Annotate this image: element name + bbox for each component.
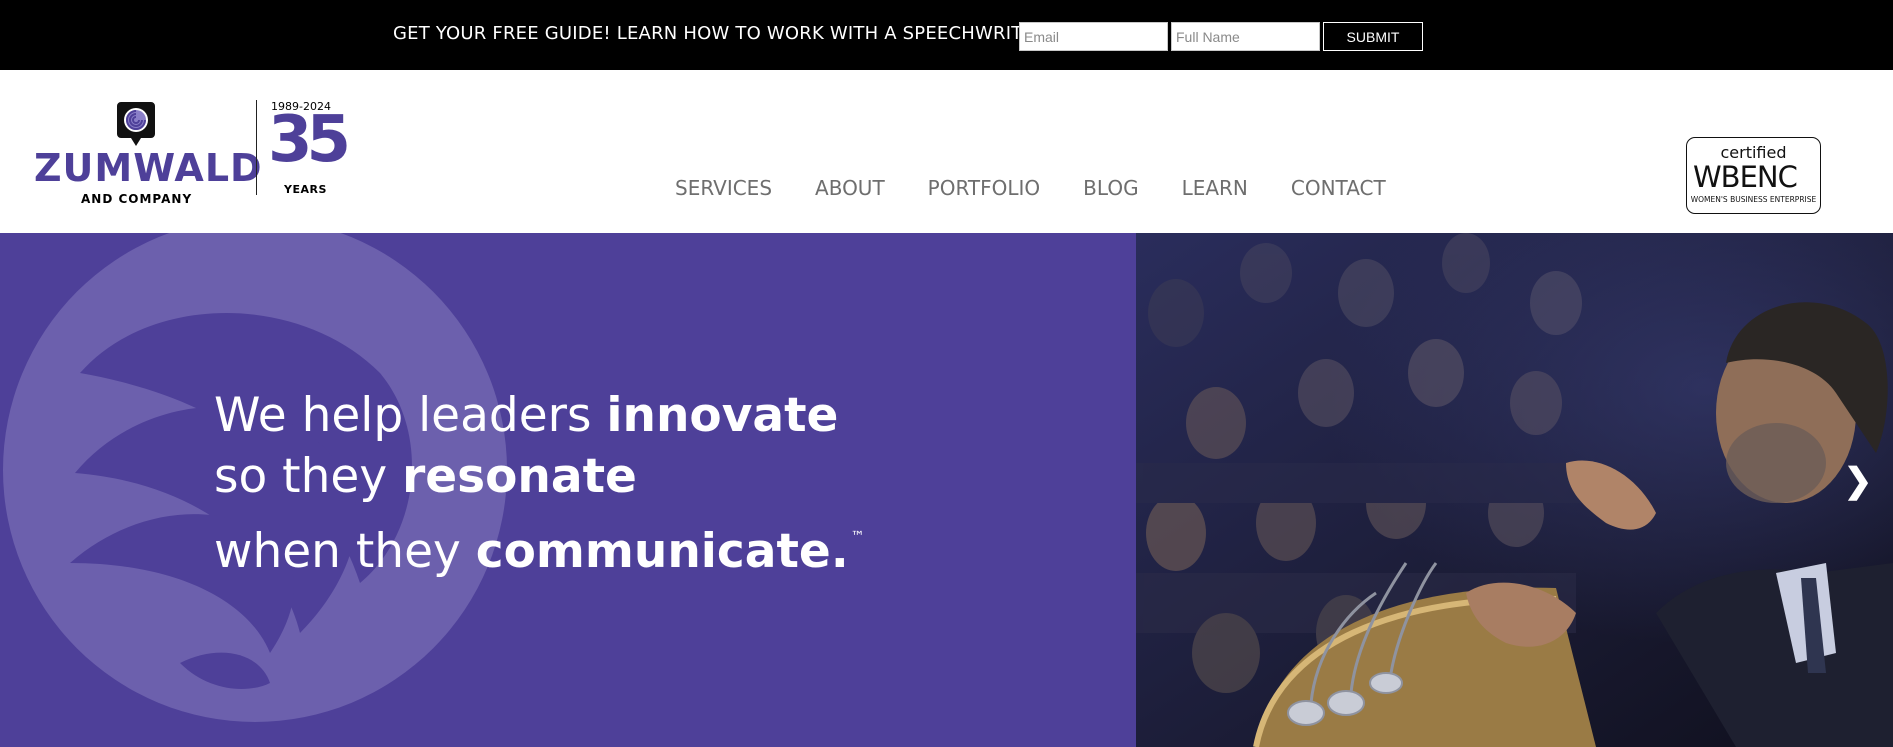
hero-panel: We help leaders innovate so they resonat…	[0, 233, 1136, 747]
trademark-symbol: ™	[850, 529, 865, 545]
hero-photo	[1136, 233, 1893, 747]
headline-line3-bold: communicate.	[475, 524, 849, 579]
nav-services[interactable]: SERVICES	[675, 176, 772, 200]
nav-portfolio[interactable]: PORTFOLIO	[928, 176, 1041, 200]
site-header: ZUMWALD AND COMPANY 1989-2024 35 YEARS S…	[0, 70, 1893, 233]
headline-line1-bold: innovate	[606, 388, 839, 443]
logo-subtitle: AND COMPANY	[81, 192, 193, 206]
promo-text: GET YOUR FREE GUIDE! LEARN HOW TO WORK W…	[393, 23, 1047, 44]
nav-about[interactable]: ABOUT	[815, 176, 885, 200]
zumwald-logo[interactable]: ZUMWALD AND COMPANY 1989-2024 35 YEARS	[34, 100, 351, 230]
nav-blog[interactable]: BLOG	[1083, 176, 1138, 200]
main-nav: SERVICES ABOUT PORTFOLIO BLOG LEARN CONT…	[675, 176, 1386, 200]
email-field[interactable]	[1019, 22, 1168, 51]
hero-slider: We help leaders innovate so they resonat…	[0, 233, 1893, 747]
anniversary-label: YEARS	[284, 183, 327, 196]
speech-bubble-icon	[117, 102, 155, 146]
hero-headline: We help leaders innovate so they resonat…	[214, 385, 865, 582]
full-name-field[interactable]	[1171, 22, 1320, 51]
anniversary-number: 35	[268, 103, 351, 177]
logo-divider	[256, 100, 257, 195]
badge-name: WBENC	[1693, 160, 1798, 194]
headline-line1-plain: We help leaders	[214, 388, 607, 443]
submit-button[interactable]: SUBMIT	[1323, 22, 1423, 51]
nav-learn[interactable]: LEARN	[1182, 176, 1248, 200]
promo-bar: GET YOUR FREE GUIDE! LEARN HOW TO WORK W…	[0, 0, 1893, 70]
next-slide-button[interactable]: ❯	[1843, 461, 1873, 501]
logo-wordmark: ZUMWALD	[34, 146, 263, 190]
headline-line2-bold: resonate	[402, 449, 637, 504]
headline-line2-plain: so they	[214, 449, 403, 504]
badge-subtitle: WOMEN'S BUSINESS ENTERPRISE	[1690, 195, 1817, 204]
wbenc-badge: certified WBENC WOMEN'S BUSINESS ENTERPR…	[1686, 137, 1821, 214]
headline-line3-plain: when they	[214, 524, 476, 579]
speaker-photo	[1136, 233, 1893, 747]
nav-contact[interactable]: CONTACT	[1291, 176, 1386, 200]
chevron-right-icon: ❯	[1843, 462, 1873, 500]
